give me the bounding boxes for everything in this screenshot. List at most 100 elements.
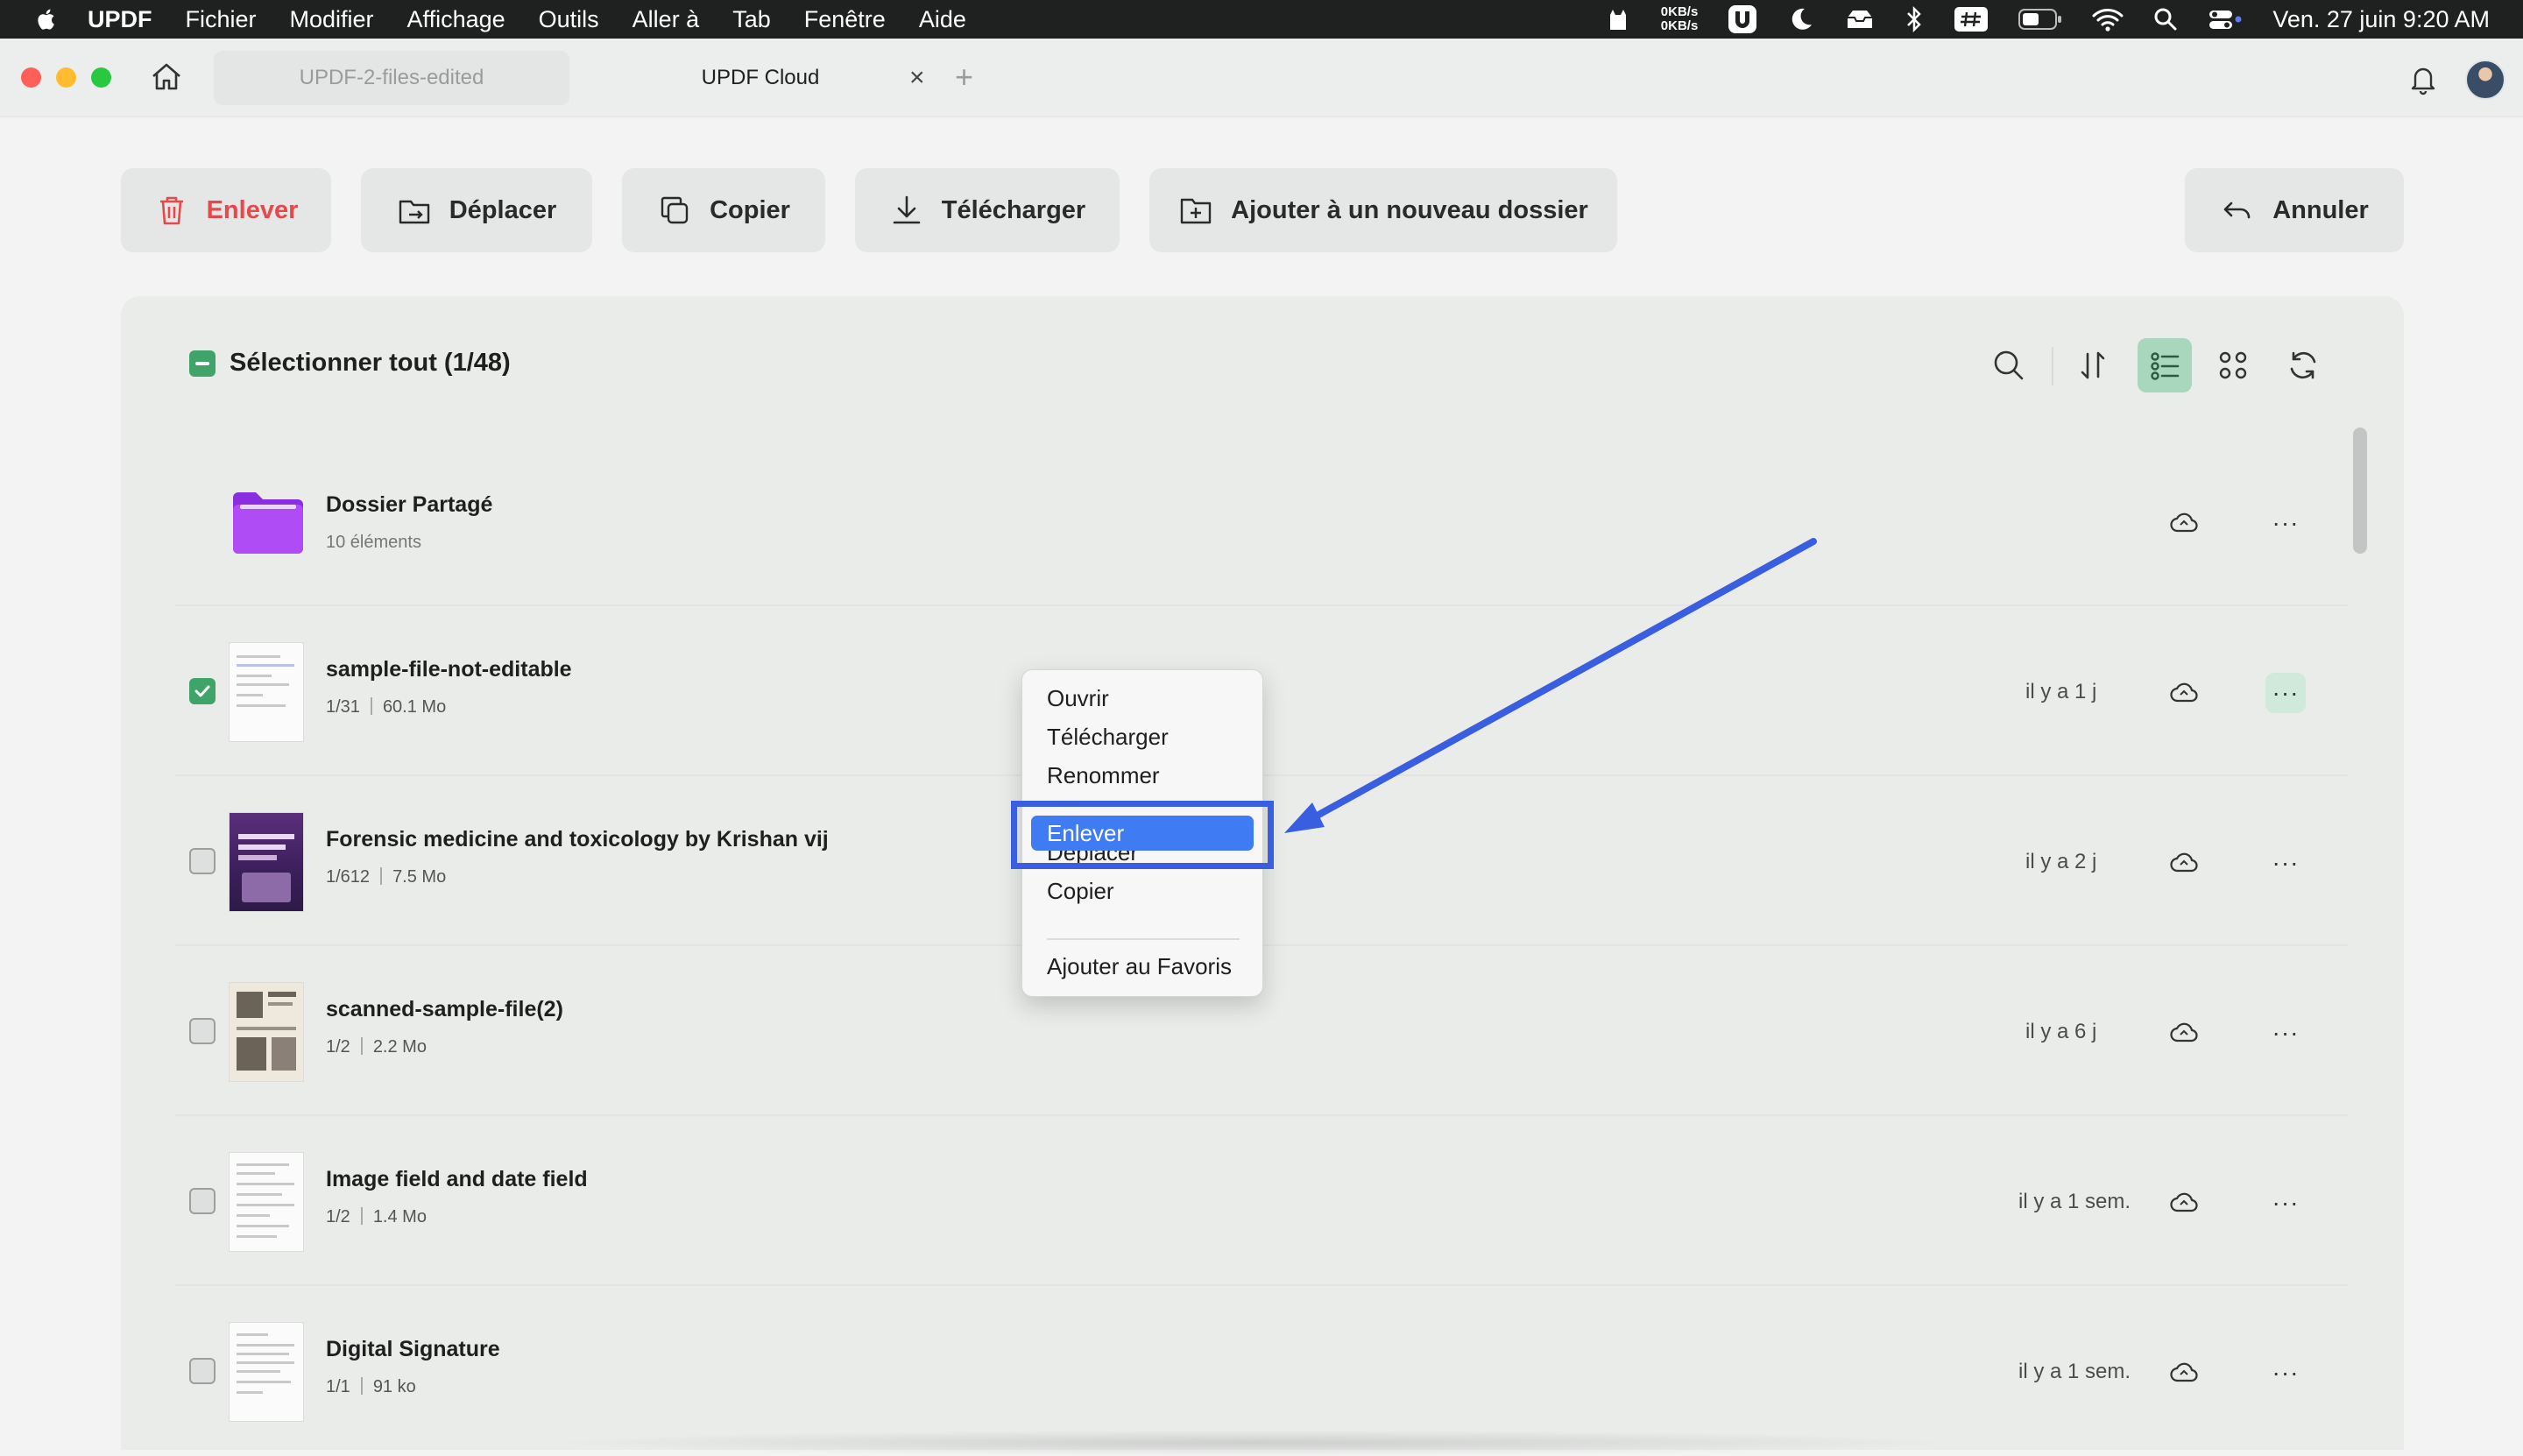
refresh-icon (2290, 351, 2316, 379)
file-name: sample-file-not-editable (326, 657, 572, 682)
folder-move-icon (399, 200, 429, 224)
file-checkbox[interactable] (189, 1188, 216, 1214)
cloud-icon[interactable] (2169, 1188, 2199, 1218)
apple-logo-icon[interactable] (33, 6, 56, 32)
menu-aller-a[interactable]: Aller à (633, 6, 700, 33)
more-options-button[interactable]: ··· (2265, 673, 2306, 713)
menu-outils[interactable]: Outils (539, 6, 599, 33)
context-menu-rename[interactable]: Renommer (1047, 758, 1160, 793)
menu-modifier[interactable]: Modifier (290, 6, 374, 33)
file-meta: 1/1 91 ko (326, 1377, 416, 1397)
cloud-icon[interactable] (2169, 678, 2199, 708)
menu-bar-status-area: 0KB/s 0KB/s Ven. 27 juin 9:20 AM (1575, 0, 2490, 39)
tab-close-icon[interactable]: × (909, 63, 936, 93)
home-icon[interactable] (149, 60, 184, 95)
file-pages: 1/31 (326, 697, 360, 717)
tab-updf-cloud[interactable]: UPDF Cloud × (585, 51, 936, 105)
list-scrollbar[interactable] (2353, 428, 2367, 554)
battery-icon[interactable] (2018, 8, 2062, 31)
add-to-new-folder-button[interactable]: Ajouter à un nouveau dossier (1149, 168, 1617, 252)
hashtag-app-icon[interactable] (1954, 5, 1989, 33)
file-pages: 1/612 (326, 867, 371, 887)
bluetooth-icon[interactable] (1905, 5, 1924, 33)
more-options-button[interactable]: ··· (2265, 503, 2306, 543)
spotlight-search-icon[interactable] (2153, 7, 2178, 32)
more-options-button[interactable]: ··· (2265, 1013, 2306, 1053)
cancel-button[interactable]: Annuler (2185, 168, 2404, 252)
file-thumbnail (230, 813, 303, 911)
new-tab-button[interactable]: + (955, 60, 973, 95)
list-item-file[interactable]: Digital Signature 1/1 91 ko il y a 1 sem.… (175, 1288, 2348, 1450)
folder-name: Dossier Partagé (326, 492, 493, 517)
folder-icon (233, 492, 303, 554)
search-button[interactable] (1982, 338, 2036, 392)
copy-button[interactable]: Copier (622, 168, 825, 252)
file-checkbox[interactable] (189, 678, 216, 704)
window-zoom-button[interactable] (91, 67, 111, 88)
file-meta: 1/2 2.2 Mo (326, 1037, 427, 1057)
context-menu-open[interactable]: Ouvrir (1047, 681, 1109, 716)
checkmark-icon (194, 685, 210, 697)
more-options-button[interactable]: ··· (2265, 843, 2306, 883)
window-minimize-button[interactable] (56, 67, 76, 88)
menu-bar-clock[interactable]: Ven. 27 juin 9:20 AM (2272, 6, 2490, 33)
file-checkbox[interactable] (189, 848, 216, 874)
download-button[interactable]: Télécharger (855, 168, 1120, 252)
remove-button-label: Enlever (206, 195, 299, 224)
context-menu-add-favorites[interactable]: Ajouter au Favoris (1047, 949, 1232, 984)
menu-affichage[interactable]: Affichage (407, 6, 505, 33)
file-modified-time: il y a 6 j (2025, 1020, 2097, 1043)
file-modified-time: il y a 1 sem. (2018, 1190, 2131, 1213)
cloud-icon[interactable] (2169, 1358, 2199, 1388)
file-checkbox[interactable] (189, 1358, 216, 1384)
grid-view-button[interactable] (2206, 338, 2260, 392)
menu-fenetre[interactable]: Fenêtre (804, 6, 886, 33)
moon-icon[interactable] (1787, 5, 1815, 33)
user-avatar[interactable] (2465, 60, 2505, 100)
file-modified-time: il y a 1 sem. (2018, 1360, 2131, 1383)
network-speed-indicator[interactable]: 0KB/s 0KB/s (1661, 5, 1699, 33)
control-center-icon[interactable] (2208, 7, 2243, 32)
inbox-tray-icon[interactable] (1845, 5, 1875, 33)
context-menu-copy[interactable]: Copier (1047, 873, 1114, 908)
annotation-highlight-box (1011, 801, 1274, 869)
cloud-icon[interactable] (2169, 508, 2199, 538)
menu-tab[interactable]: Tab (732, 6, 771, 33)
copy-button-label: Copier (710, 195, 790, 224)
add-to-new-folder-label: Ajouter à un nouveau dossier (1231, 195, 1588, 224)
list-view-button[interactable] (2138, 338, 2192, 392)
macos-menu-bar: UPDF Fichier Modifier Affichage Outils A… (0, 0, 2523, 39)
bottom-shadow (543, 1430, 1962, 1456)
wifi-icon[interactable] (2092, 7, 2124, 32)
menu-aide[interactable]: Aide (919, 6, 966, 33)
updf-menu-icon[interactable] (1728, 4, 1757, 34)
move-button[interactable]: Déplacer (361, 168, 592, 252)
list-item-file[interactable]: Image field and date field 1/2 1.4 Mo il … (175, 1118, 2348, 1286)
notification-bell-icon[interactable] (2406, 61, 2441, 96)
cat-app-icon[interactable] (1605, 6, 1631, 32)
sort-button[interactable] (2066, 338, 2120, 392)
window-close-button[interactable] (21, 67, 41, 88)
list-item-folder[interactable]: Dossier Partagé 10 éléments ··· (175, 438, 2348, 606)
file-pages: 1/2 (326, 1207, 350, 1226)
file-name: scanned-sample-file(2) (326, 997, 563, 1021)
menu-fichier[interactable]: Fichier (186, 6, 257, 33)
file-pages: 1/2 (326, 1037, 350, 1057)
tab-label: UPDF Cloud (701, 66, 820, 89)
tab-updf-2-files-edited[interactable]: UPDF-2-files-edited (214, 51, 569, 105)
cloud-icon[interactable] (2169, 848, 2199, 878)
more-options-button[interactable]: ··· (2265, 1353, 2306, 1393)
more-options-button[interactable]: ··· (2265, 1183, 2306, 1223)
remove-button[interactable]: Enlever (121, 168, 331, 252)
refresh-button[interactable] (2276, 338, 2330, 392)
cloud-icon[interactable] (2169, 1018, 2199, 1048)
menu-app-name[interactable]: UPDF (88, 6, 152, 33)
context-menu-download[interactable]: Télécharger (1047, 719, 1169, 754)
select-all-checkbox[interactable] (189, 350, 216, 377)
list-view-icon (2151, 352, 2180, 380)
select-all-control[interactable]: Sélectionner tout (1/48) (189, 349, 511, 378)
file-meta: 1/2 1.4 Mo (326, 1207, 427, 1227)
file-checkbox[interactable] (189, 1018, 216, 1044)
file-name: Forensic medicine and toxicology by Kris… (326, 827, 829, 852)
folder-item-count: 10 éléments (326, 533, 421, 552)
